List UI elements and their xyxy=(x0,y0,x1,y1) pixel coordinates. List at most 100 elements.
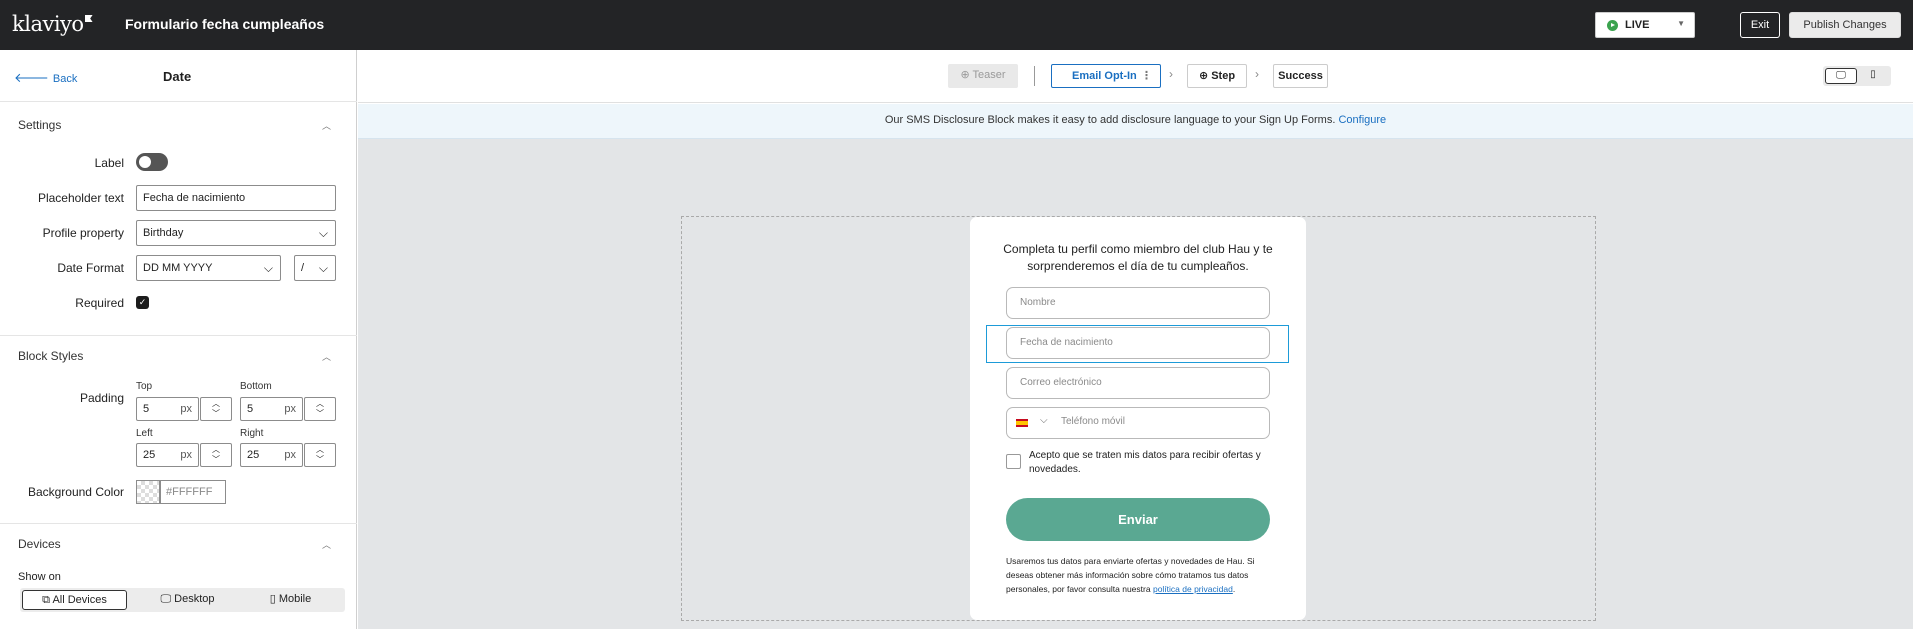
chevron-up-icon[interactable]: ︿ xyxy=(322,119,331,132)
birthday-field[interactable]: Fecha de nacimiento xyxy=(1006,327,1270,359)
desktop-icon: 🖵 xyxy=(160,593,175,605)
padding-label: Padding xyxy=(79,391,124,405)
show-on-label: Show on xyxy=(18,571,61,583)
mobile-option[interactable]: ▯ Mobile xyxy=(248,590,333,610)
back-label: Back xyxy=(52,73,78,85)
desktop-view-button[interactable]: 🖵 xyxy=(1825,68,1857,84)
step-email-opt-in[interactable]: Email Opt-In ⋮ xyxy=(1051,64,1161,88)
unit-label: px xyxy=(284,449,296,461)
padding-top-stepper[interactable]: ︿ ﹀ xyxy=(200,397,232,421)
step-teaser[interactable]: ⊕ Teaser xyxy=(948,64,1018,88)
mobile-view-button[interactable]: ▯ xyxy=(1857,68,1889,84)
padding-bottom-input[interactable]: 5 px xyxy=(240,397,303,421)
unit-label: px xyxy=(180,403,192,415)
background-color-swatch[interactable] xyxy=(136,480,160,504)
logo-text: klaviyo xyxy=(12,12,84,36)
status-select[interactable]: LIVE ▼ xyxy=(1595,12,1695,38)
step-divider xyxy=(1034,66,1035,86)
device-segmented-control: ⧉ All Devices 🖵 Desktop ▯ Mobile xyxy=(20,588,345,612)
preview-device-toggle: 🖵 ▯ xyxy=(1823,66,1891,86)
background-color-label: Background Color xyxy=(27,485,124,499)
label-toggle-label: Label xyxy=(94,156,124,170)
padding-bottom-stepper[interactable]: ︿ ﹀ xyxy=(304,397,336,421)
email-field[interactable]: Correo electrónico xyxy=(1006,367,1270,399)
privacy-end: . xyxy=(1232,584,1236,594)
profile-property-select[interactable]: Birthday ⌵ xyxy=(136,220,336,246)
form-heading-text[interactable]: Completa tu perfil como miembro del club… xyxy=(1000,241,1276,275)
step-label: Teaser xyxy=(972,69,1006,81)
publish-changes-button[interactable]: Publish Changes xyxy=(1789,12,1901,38)
step-success[interactable]: Success xyxy=(1273,64,1328,88)
chevron-down-icon: ⌵ xyxy=(263,261,273,275)
padding-top-label: Top xyxy=(136,381,153,392)
add-step-button[interactable]: ⊕ Step xyxy=(1187,64,1247,88)
all-devices-icon: ⧉ xyxy=(42,594,53,606)
mobile-icon: ▯ xyxy=(269,593,279,605)
privacy-policy-link[interactable]: política de privacidad xyxy=(1153,584,1233,594)
consent-checkbox[interactable] xyxy=(1006,454,1021,469)
unit-label: px xyxy=(284,403,296,415)
configure-link[interactable]: Configure xyxy=(1338,114,1386,126)
top-bar: klaviyo Formulario fecha cumpleaños LIVE… xyxy=(0,0,1913,50)
back-link[interactable]: 🡐 Back xyxy=(14,70,77,86)
section-divider xyxy=(0,335,357,336)
caret-down-icon: ▼ xyxy=(1677,19,1685,28)
padding-right-stepper[interactable]: ︿ ﹀ xyxy=(304,443,336,467)
live-play-icon xyxy=(1607,20,1618,31)
mobile-label: Mobile xyxy=(278,593,312,605)
panel-header: 🡐 Back Date xyxy=(0,50,357,102)
spain-flag-icon xyxy=(1016,419,1028,427)
placeholder-label: Placeholder text xyxy=(37,191,124,205)
form-title: Formulario fecha cumpleaños xyxy=(125,16,325,32)
all-devices-label: All Devices xyxy=(52,594,107,606)
date-format-label: Date Format xyxy=(57,261,124,275)
profile-property-value: Birthday xyxy=(143,227,184,239)
banner-text: Our SMS Disclosure Block makes it easy t… xyxy=(884,114,1336,126)
mobile-icon: ▯ xyxy=(1870,69,1876,80)
unit-label: px xyxy=(180,449,192,461)
phone-placeholder: Teléfono móvil xyxy=(1061,416,1125,427)
profile-property-label: Profile property xyxy=(42,226,124,240)
padding-left-label: Left xyxy=(136,428,153,439)
date-format-value: DD MM YYYY xyxy=(143,262,213,274)
section-divider xyxy=(0,523,357,524)
privacy-notice: Usaremos tus datos para enviarte ofertas… xyxy=(1006,554,1272,596)
step-label: Success xyxy=(1278,70,1323,82)
exit-button[interactable]: Exit xyxy=(1740,12,1780,38)
padding-left-stepper[interactable]: ︿ ﹀ xyxy=(200,443,232,467)
label-toggle[interactable] xyxy=(136,153,168,171)
chevron-down-icon: ⌵ xyxy=(318,261,328,275)
padding-top-value: 5 xyxy=(143,403,150,415)
chevron-down-icon[interactable]: ⌵ xyxy=(1040,415,1048,426)
all-devices-option[interactable]: ⧉ All Devices xyxy=(22,590,127,610)
date-separator-value: / xyxy=(301,262,305,274)
block-styles-heading[interactable]: Block Styles xyxy=(18,349,83,363)
date-format-select[interactable]: DD MM YYYY ⌵ xyxy=(136,255,281,281)
chevron-up-icon[interactable]: ︿ xyxy=(322,350,331,363)
padding-right-input[interactable]: 25 px xyxy=(240,443,303,467)
arrow-left-icon: 🡐 xyxy=(14,70,49,85)
devices-heading[interactable]: Devices xyxy=(18,537,61,551)
required-checkbox[interactable]: ✓ xyxy=(136,296,149,309)
padding-right-label: Right xyxy=(240,428,264,439)
desktop-icon: 🖵 xyxy=(1836,70,1846,81)
klaviyo-logo[interactable]: klaviyo xyxy=(12,12,93,36)
status-value: LIVE xyxy=(1625,19,1650,31)
chevron-down-icon: ⌵ xyxy=(318,226,328,240)
placeholder-input[interactable]: Fecha de nacimiento xyxy=(136,185,336,211)
desktop-option[interactable]: 🖵 Desktop xyxy=(145,590,230,610)
desktop-label: Desktop xyxy=(174,593,215,605)
date-separator-select[interactable]: / ⌵ xyxy=(294,255,336,281)
padding-bottom-label: Bottom xyxy=(240,381,272,392)
padding-left-input[interactable]: 25 px xyxy=(136,443,199,467)
name-field[interactable]: Nombre xyxy=(1006,287,1270,319)
background-color-input[interactable]: #FFFFFF xyxy=(160,480,226,504)
chevron-up-icon[interactable]: ︿ xyxy=(322,538,331,551)
sms-disclosure-banner: Our SMS Disclosure Block makes it easy t… xyxy=(358,104,1913,139)
more-vertical-icon[interactable]: ⋮ xyxy=(1141,65,1152,87)
submit-button[interactable]: Enviar xyxy=(1006,498,1270,541)
settings-heading[interactable]: Settings xyxy=(18,118,61,132)
step-label: Step xyxy=(1211,70,1236,82)
plus-circle-icon: ⊕ xyxy=(960,69,973,81)
padding-top-input[interactable]: 5 px xyxy=(136,397,199,421)
